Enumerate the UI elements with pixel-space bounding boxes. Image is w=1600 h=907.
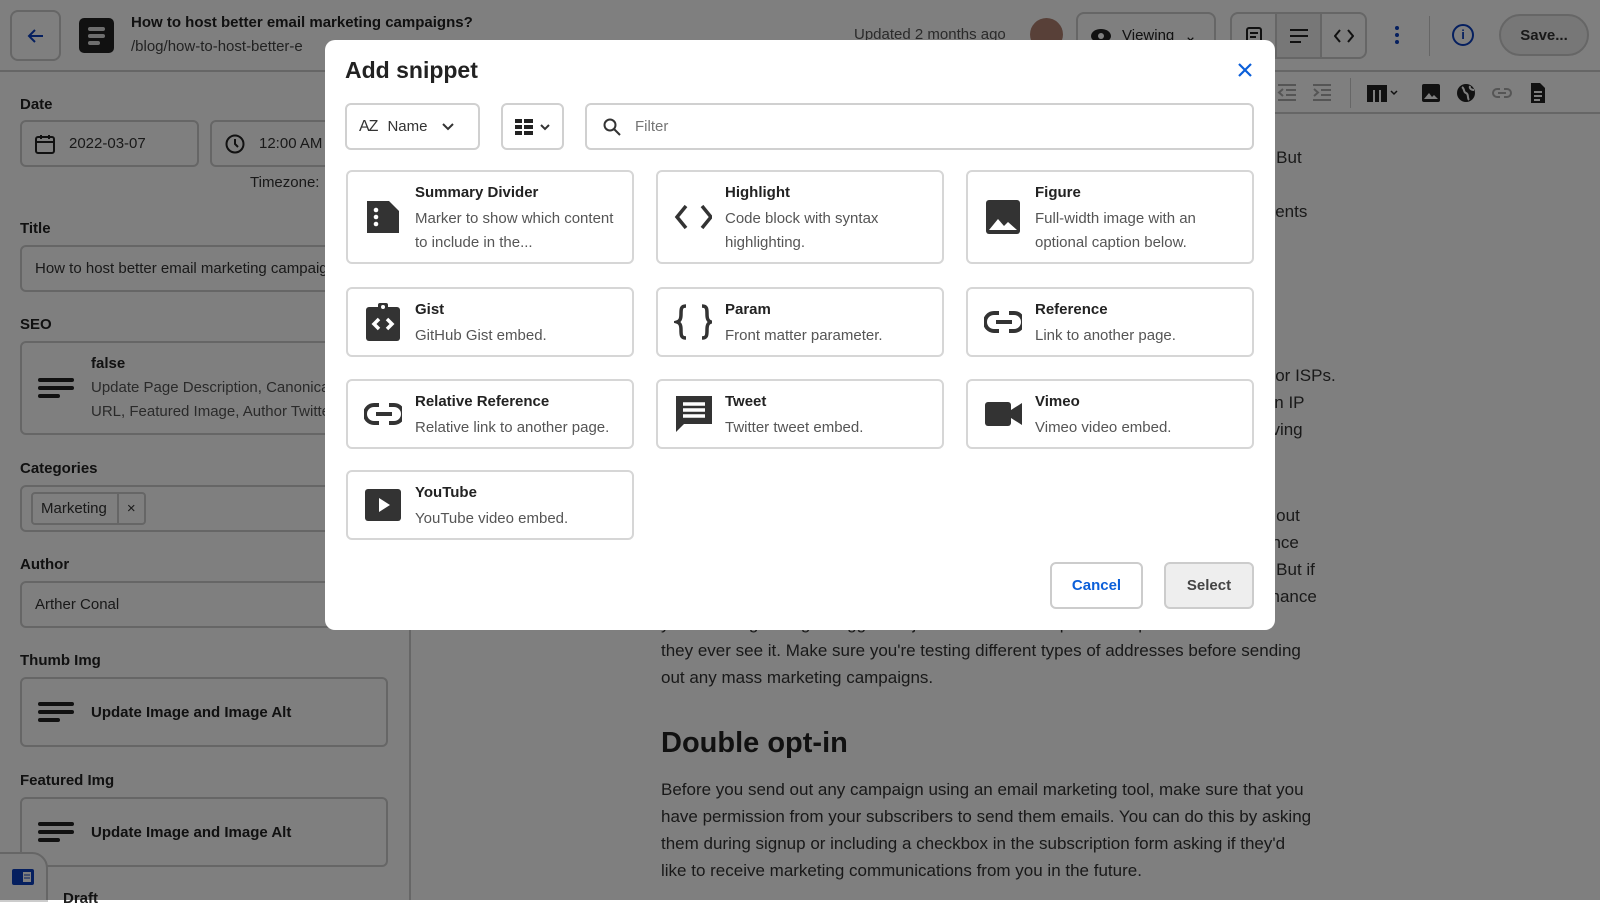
sort-az-icon: AZ (359, 117, 378, 135)
braces-icon (674, 303, 712, 341)
snippet-description: Full-width image with an optional captio… (1035, 210, 1196, 251)
snippet-description: Twitter tweet embed. (725, 419, 864, 436)
snippet-title: Vimeo (1035, 393, 1080, 410)
clipboard-code-icon (364, 303, 402, 341)
view-toggle-dropdown[interactable] (501, 103, 564, 150)
snippet-card[interactable]: Figure Full-width image with an optional… (966, 170, 1254, 264)
search-icon (603, 118, 621, 136)
link-icon (364, 395, 402, 433)
snippet-title: Figure (1035, 184, 1081, 201)
snippet-description: Code block with syntax highlighting. (725, 210, 879, 251)
code-icon (674, 198, 712, 236)
snippet-description: Front matter parameter. (725, 327, 883, 344)
snippet-description: GitHub Gist embed. (415, 327, 547, 344)
snippet-description: Vimeo video embed. (1035, 419, 1172, 436)
snippet-card[interactable]: Gist GitHub Gist embed. (346, 287, 634, 357)
close-icon[interactable] (1235, 60, 1255, 80)
snippet-card[interactable]: Param Front matter parameter. (656, 287, 944, 357)
sort-label: Name (387, 118, 428, 135)
dialog-title: Add snippet (345, 57, 478, 83)
select-button[interactable]: Select (1164, 562, 1254, 609)
snippet-card[interactable]: Vimeo Vimeo video embed. (966, 379, 1254, 449)
add-snippet-dialog: Add snippet AZ Name Summary Divider Mark… (325, 40, 1275, 630)
snippet-title: Tweet (725, 393, 767, 410)
chevron-down-icon (539, 123, 550, 130)
link-icon (984, 303, 1022, 341)
snippet-title: Reference (1035, 301, 1108, 318)
snippet-title: Param (725, 301, 771, 318)
snippet-description: Relative link to another page. (415, 419, 610, 436)
play-icon (364, 486, 402, 524)
file-dots-icon (364, 198, 402, 236)
snippet-card[interactable]: Reference Link to another page. (966, 287, 1254, 357)
snippet-card[interactable]: Highlight Code block with syntax highlig… (656, 170, 944, 264)
snippet-description: Link to another page. (1035, 327, 1176, 344)
grid-list-icon (514, 118, 533, 135)
snippet-title: Relative Reference (415, 393, 550, 410)
snippet-card[interactable]: Summary Divider Marker to show which con… (346, 170, 634, 264)
cancel-button[interactable]: Cancel (1050, 562, 1143, 609)
sort-dropdown[interactable]: AZ Name (345, 103, 480, 150)
image-icon (984, 198, 1022, 236)
snippet-title: Gist (415, 301, 445, 318)
snippet-title: Summary Divider (415, 184, 539, 201)
snippet-description: Marker to show which content to include … (415, 210, 614, 251)
snippet-card[interactable]: Relative Reference Relative link to anot… (346, 379, 634, 449)
filter-text[interactable] (635, 118, 1235, 135)
snippet-card[interactable]: Tweet Twitter tweet embed. (656, 379, 944, 449)
chevron-down-icon (442, 122, 455, 130)
message-icon (674, 395, 712, 433)
snippet-description: YouTube video embed. (415, 510, 569, 527)
filter-input[interactable] (585, 103, 1254, 150)
snippet-title: Highlight (725, 184, 790, 201)
snippet-card[interactable]: YouTube YouTube video embed. (346, 470, 634, 540)
video-camera-icon (984, 395, 1022, 433)
snippet-title: YouTube (415, 484, 477, 501)
